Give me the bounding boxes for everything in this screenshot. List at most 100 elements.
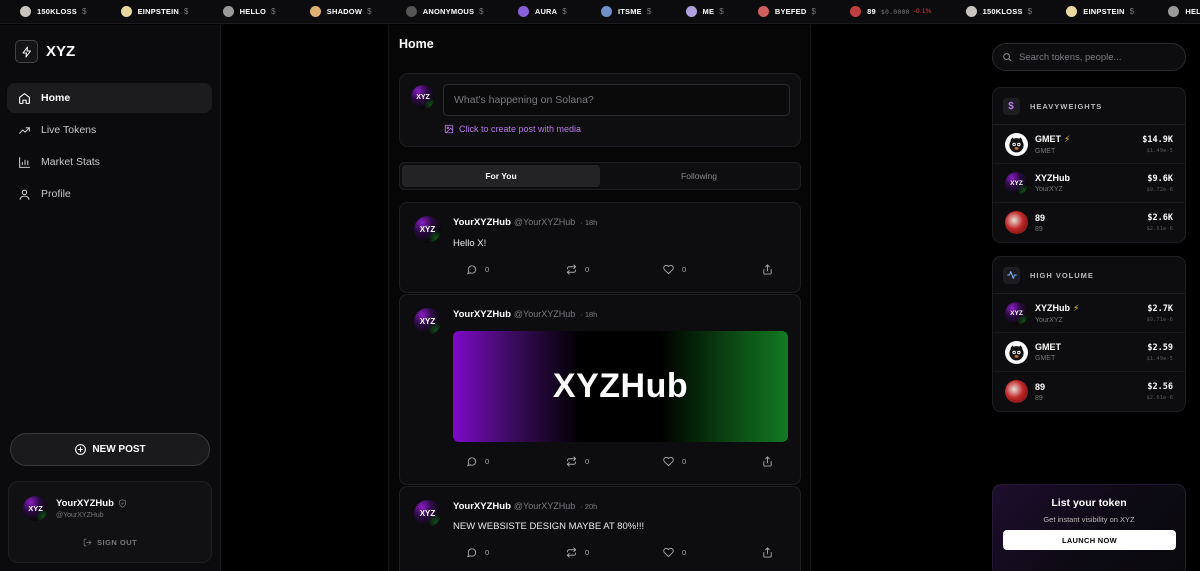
share-button[interactable] bbox=[762, 264, 781, 275]
verified-shield-icon bbox=[119, 499, 126, 508]
ticker-name: HELLO bbox=[239, 7, 267, 16]
post-header: YourXYZHub @YourXYZHub · 18h bbox=[453, 309, 597, 320]
ticker-item[interactable]: ME $ bbox=[685, 6, 724, 17]
user-card: XYZ YourXYZHub @YourXYZHub SIGN OUT bbox=[8, 481, 212, 563]
repost-button[interactable]: 0 bbox=[566, 456, 663, 467]
repost-button[interactable]: 0 bbox=[566, 547, 663, 558]
launch-now-button[interactable]: LAUNCH NOW bbox=[1003, 530, 1176, 550]
avatar[interactable]: XYZ bbox=[23, 496, 48, 521]
post-card[interactable]: XYZ YourXYZHub @YourXYZHub · 18h XYZHub … bbox=[399, 294, 801, 485]
brand-name: XYZ bbox=[46, 43, 76, 60]
repost-icon bbox=[566, 456, 577, 467]
feed-tabs: For You Following bbox=[399, 162, 801, 190]
nav-item-live-tokens[interactable]: Live Tokens bbox=[7, 115, 212, 145]
token-unit-price: $9.71e-6 bbox=[1146, 316, 1174, 323]
create-media-post-link[interactable]: Click to create post with media bbox=[444, 124, 581, 134]
list-token-promo: List your token Get instant visibility o… bbox=[992, 484, 1186, 571]
ticker-name: ANONYMOUS bbox=[422, 7, 475, 16]
token-avatar bbox=[1005, 132, 1028, 156]
token-unit-price: $2.61e-6 bbox=[1146, 395, 1174, 401]
ticker-dollar: $ bbox=[479, 7, 484, 16]
user-icon bbox=[19, 189, 30, 200]
token-info: GMET GMET bbox=[1035, 342, 1147, 362]
token-avatar bbox=[1066, 6, 1078, 17]
nav-item-home[interactable]: Home bbox=[7, 83, 212, 113]
post-author-name[interactable]: YourXYZHub bbox=[453, 501, 511, 512]
token-row[interactable]: GMET ⚡ GMET $14.9K $1.49e-5 bbox=[993, 125, 1185, 164]
ticker-item[interactable]: SHADOW $ bbox=[309, 6, 372, 17]
nav-label: Market Stats bbox=[41, 156, 100, 168]
comment-button[interactable]: 0 bbox=[466, 456, 566, 467]
post-media-image[interactable]: XYZHub bbox=[453, 331, 788, 442]
post-actions: 0 0 0 bbox=[466, 547, 782, 558]
tab-following[interactable]: Following bbox=[600, 165, 798, 187]
comment-button[interactable]: 0 bbox=[466, 547, 566, 558]
repost-button[interactable]: 0 bbox=[566, 264, 663, 275]
like-button[interactable]: 0 bbox=[663, 547, 762, 558]
token-row[interactable]: XYZ XYZHub YourXYZ $9.6K $9.72e-6 bbox=[993, 164, 1185, 203]
comment-button[interactable]: 0 bbox=[466, 264, 566, 275]
ticker-item[interactable]: EINPSTEIN $ bbox=[1066, 6, 1134, 17]
share-button[interactable] bbox=[762, 456, 781, 467]
token-symbol: 89 bbox=[1035, 394, 1043, 402]
ticker-item[interactable]: HELLO$ bbox=[1168, 6, 1200, 17]
ticker-item[interactable]: ANONYMOUS $ bbox=[405, 6, 484, 17]
post-author-name[interactable]: YourXYZHub bbox=[453, 309, 511, 320]
token-row[interactable]: GMET GMET $2.59 $1.49e-5 bbox=[993, 333, 1185, 372]
ticker-item[interactable]: EINPSTEIN $ bbox=[120, 6, 189, 17]
tab-for-you[interactable]: For You bbox=[402, 165, 600, 187]
post-text: NEW WEBSISTE DESIGN MAYBE AT 80%!!! bbox=[453, 521, 645, 532]
search-input[interactable] bbox=[1019, 51, 1179, 63]
search-bar[interactable] bbox=[992, 43, 1186, 71]
ticker-name: AURA bbox=[534, 7, 558, 16]
ticker-item[interactable]: BYEFED $ bbox=[757, 6, 816, 17]
avatar[interactable]: XYZ bbox=[414, 308, 441, 335]
nav-item-profile[interactable]: Profile bbox=[7, 179, 212, 209]
bar-chart-icon bbox=[19, 156, 30, 168]
token-avatar: XYZ bbox=[1005, 301, 1028, 325]
ticker-name: EINPSTEIN bbox=[137, 7, 180, 16]
token-row[interactable]: 89 89 $2.6K $2.61e-6 bbox=[993, 203, 1185, 242]
post-author-name[interactable]: YourXYZHub bbox=[453, 217, 511, 228]
token-avatar bbox=[850, 6, 862, 17]
sign-out-button[interactable]: SIGN OUT bbox=[83, 538, 137, 547]
heart-icon bbox=[663, 264, 674, 275]
compose-input[interactable] bbox=[443, 84, 790, 116]
high-volume-panel: HIGH VOLUME XYZ XYZHub ⚡ YourXYZ $2.7K $9.71e… bbox=[992, 256, 1186, 412]
share-button[interactable] bbox=[762, 547, 781, 558]
post-time: · 18h bbox=[580, 218, 598, 227]
token-unit-price: $9.72e-6 bbox=[1146, 186, 1174, 193]
nav-label: Profile bbox=[41, 188, 71, 200]
ticker-item[interactable]: 150KLOSS $ bbox=[965, 6, 1033, 17]
ticker-item[interactable]: AURA $ bbox=[517, 6, 567, 17]
brand[interactable]: XYZ bbox=[15, 40, 75, 63]
token-value: $14.9K $1.49e-5 bbox=[1142, 135, 1173, 154]
ticker-item[interactable]: 89 $0.0000 -0.1% bbox=[850, 6, 932, 17]
token-avatar bbox=[685, 6, 697, 17]
comment-icon bbox=[467, 548, 477, 558]
lightning-icon: ⚡ bbox=[1073, 302, 1080, 313]
like-button[interactable]: 0 bbox=[663, 456, 762, 467]
ticker-name: HELLO bbox=[1185, 7, 1200, 16]
new-post-button[interactable]: NEW POST bbox=[10, 433, 210, 466]
like-button[interactable]: 0 bbox=[663, 264, 762, 275]
post-card[interactable]: XYZ YourXYZHub @YourXYZHub · 20h NEW WEB… bbox=[399, 486, 801, 571]
avatar[interactable]: XYZ bbox=[414, 216, 441, 243]
token-row[interactable]: 89 89 $2.56 $2.61e-6 bbox=[993, 372, 1185, 411]
token-row[interactable]: XYZ XYZHub ⚡ YourXYZ $2.7K $9.71e-6 bbox=[993, 294, 1185, 333]
token-avatar: XYZ bbox=[1005, 171, 1028, 195]
ticker-item[interactable]: 150KLOSS $ bbox=[20, 6, 87, 17]
token-avatar bbox=[965, 6, 977, 17]
token-value: $2.59 $1.49e-5 bbox=[1147, 343, 1174, 362]
user-name: YourXYZHub bbox=[56, 498, 127, 509]
token-avatar bbox=[1005, 211, 1028, 234]
post-card[interactable]: XYZ YourXYZHub @YourXYZHub · 18h Hello X… bbox=[399, 202, 801, 293]
ticker-item[interactable]: ITSME $ bbox=[600, 6, 652, 17]
token-symbol: GMET bbox=[1035, 355, 1056, 362]
nav-item-market-stats[interactable]: Market Stats bbox=[7, 147, 212, 177]
nav-label: Home bbox=[41, 92, 71, 104]
ticker-item[interactable]: HELLO$ bbox=[222, 6, 276, 17]
ticker-dollar: $ bbox=[1027, 7, 1033, 16]
avatar[interactable]: XYZ bbox=[414, 500, 441, 527]
plus-circle-icon bbox=[75, 444, 87, 455]
